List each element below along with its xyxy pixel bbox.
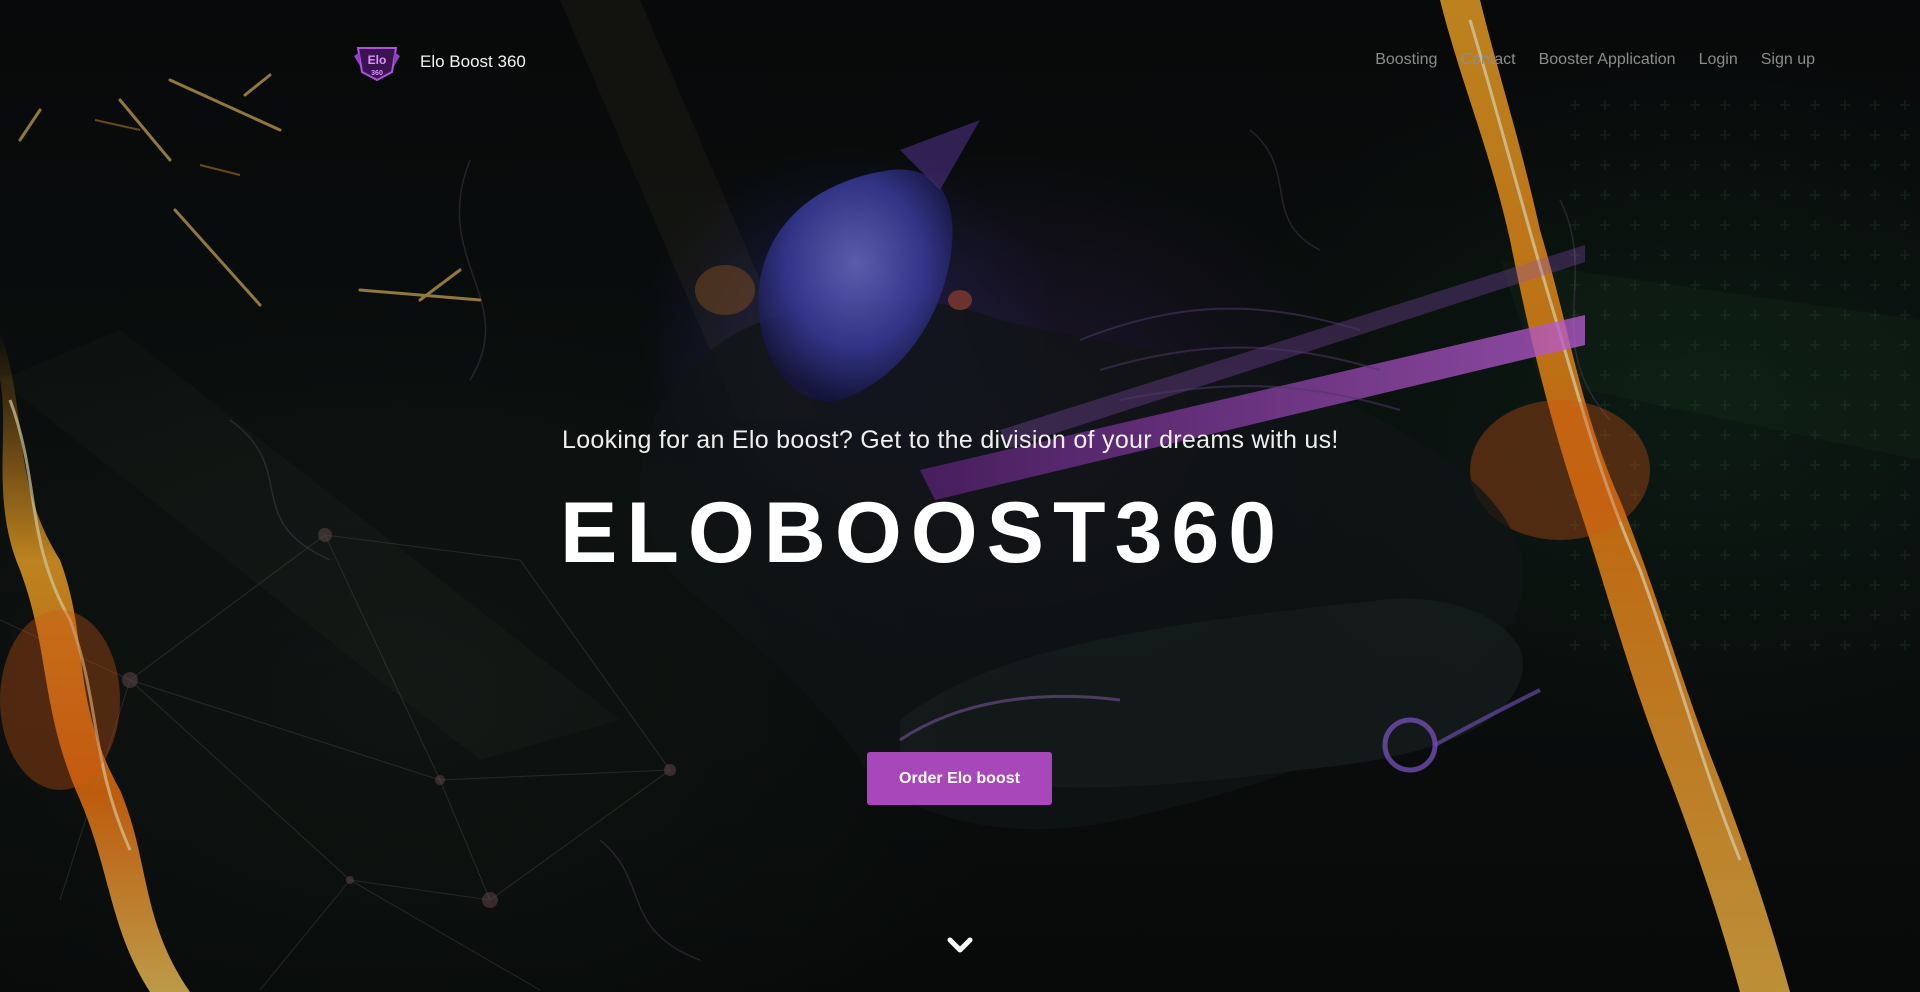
brand-name: Elo Boost 360 xyxy=(420,52,526,71)
brand-link[interactable]: Elo 360 Elo Boost 360 xyxy=(354,42,526,82)
nav-link-contact[interactable]: Contact xyxy=(1460,51,1515,69)
nav-link-booster-application[interactable]: Booster Application xyxy=(1539,51,1676,69)
svg-text:360: 360 xyxy=(371,70,383,77)
elo-boost-logo: Elo 360 xyxy=(354,47,400,82)
hero-headline: ELOBOOST360 xyxy=(560,485,1286,581)
hero-tagline: Looking for an Elo boost? Get to the div… xyxy=(562,426,1339,454)
nav-link-login[interactable]: Login xyxy=(1699,51,1738,69)
nav-links: Boosting Contact Booster Application Log… xyxy=(1375,51,1815,69)
nav-link-boosting[interactable]: Boosting xyxy=(1375,51,1437,69)
chevron-down-icon[interactable] xyxy=(946,936,974,956)
nav-link-sign-up[interactable]: Sign up xyxy=(1761,51,1815,69)
svg-text:Elo: Elo xyxy=(368,53,387,67)
order-elo-boost-button[interactable]: Order Elo boost xyxy=(867,752,1052,805)
hero-section: Elo 360 Elo Boost 360 Boosting Contact B… xyxy=(0,0,1920,992)
top-navigation: Elo 360 Elo Boost 360 Boosting Contact B… xyxy=(0,0,1920,110)
